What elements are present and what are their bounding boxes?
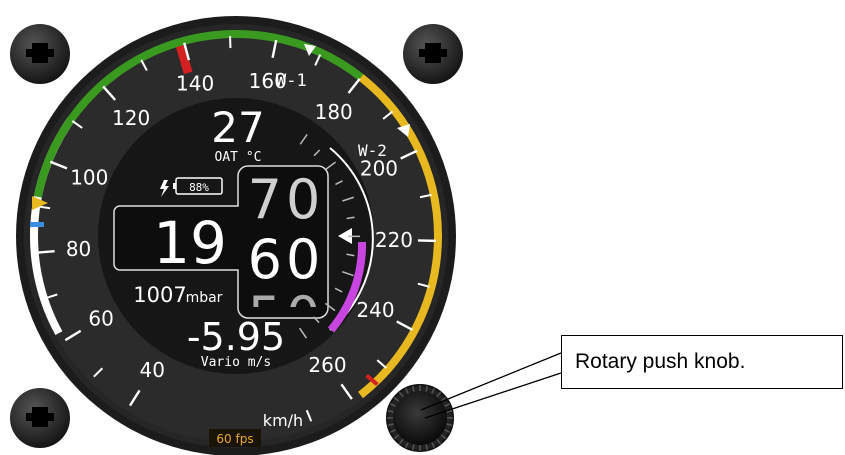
battery-percent: 88% bbox=[189, 181, 209, 194]
speed-label-60: 60 bbox=[88, 306, 113, 330]
speed-label-220: 220 bbox=[375, 228, 413, 252]
speed-label-180: 180 bbox=[315, 100, 353, 124]
speed-label-260: 260 bbox=[308, 353, 346, 377]
speed-label-200: 200 bbox=[360, 157, 398, 181]
flap-marker-w1: W-1 bbox=[276, 71, 307, 91]
flap-marker-w2: W-2 bbox=[358, 141, 387, 160]
callout-text: Rotary push knob. bbox=[575, 350, 746, 373]
blue-marker bbox=[30, 222, 44, 227]
speed-unit: km/h bbox=[263, 411, 303, 430]
vario-value: -5.95 bbox=[187, 315, 285, 359]
oat-value: 27 bbox=[211, 103, 264, 152]
speed-tick bbox=[36, 250, 55, 254]
speed-label-40: 40 bbox=[140, 358, 165, 382]
fps-label: 60 fps bbox=[216, 432, 253, 446]
speed-label-140: 140 bbox=[176, 71, 214, 95]
speed-label-240: 240 bbox=[356, 298, 394, 322]
rotary-push-knob[interactable] bbox=[386, 384, 454, 452]
speed-label-80: 80 bbox=[66, 237, 91, 261]
pressure-unit: mbar bbox=[186, 290, 223, 306]
altitude-drum-middle: 60 bbox=[248, 228, 325, 291]
speed-label-120: 120 bbox=[112, 106, 150, 130]
screw-top-left bbox=[10, 24, 70, 84]
altitude-prefix: 19 bbox=[153, 209, 227, 277]
oat-label: OAT °C bbox=[215, 150, 262, 165]
pressure-value: 1007 bbox=[133, 283, 186, 307]
knob-callout: Rotary push knob. bbox=[561, 335, 843, 389]
speed-label-100: 100 bbox=[70, 165, 108, 189]
vario-label: Vario m/s bbox=[201, 355, 271, 370]
altitude-drum-upper: 70 bbox=[248, 168, 325, 231]
screw-top-right bbox=[403, 24, 463, 84]
screw-bottom-left bbox=[10, 388, 70, 448]
